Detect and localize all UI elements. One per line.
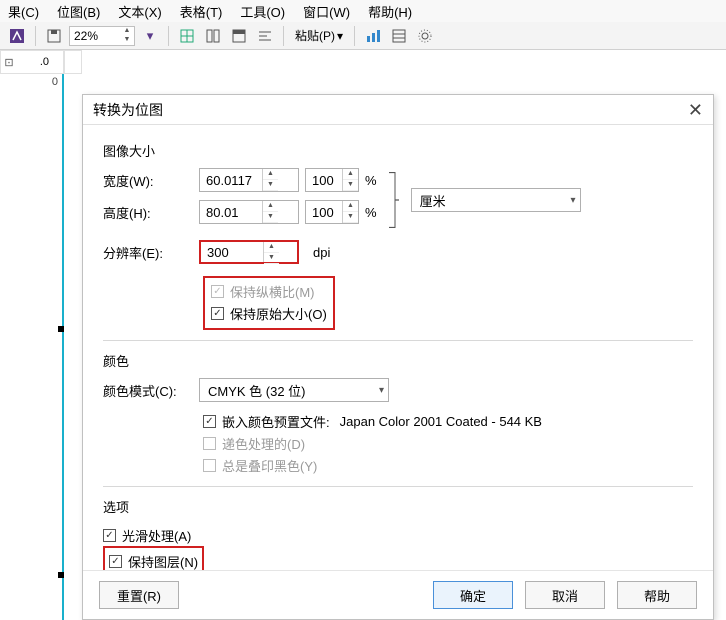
separator: [103, 340, 693, 341]
height-input[interactable]: ▲▼: [199, 200, 299, 224]
align-icon[interactable]: [254, 25, 276, 47]
chevron-down-icon: ▾: [571, 195, 576, 206]
resolution-value[interactable]: [201, 242, 263, 262]
coord-input[interactable]: ⊡: [0, 50, 64, 74]
link-bracket-icon: [387, 168, 401, 232]
unit-combo[interactable]: 厘米 ▾: [411, 188, 581, 212]
keep-layers-label: 保持图层(N): [128, 552, 198, 571]
checkbox-icon: ✓: [203, 415, 216, 428]
selection-handle[interactable]: [58, 572, 64, 578]
width-percent-input[interactable]: ▲▼: [305, 168, 359, 192]
color-profile-value: Japan Color 2001 Coated - 544 KB: [340, 414, 542, 429]
section-color: 颜色: [103, 351, 693, 370]
save-icon[interactable]: [43, 25, 65, 47]
menu-text[interactable]: 文本(X): [118, 2, 161, 21]
width-percent-value[interactable]: [306, 169, 342, 191]
resolution-label: 分辨率(E):: [103, 243, 193, 262]
ok-button[interactable]: 确定: [433, 581, 513, 609]
checkbox-icon: ✓: [103, 529, 116, 542]
height-value[interactable]: [200, 201, 262, 223]
toolbar-separator: [35, 26, 36, 46]
layout-icon[interactable]: [228, 25, 250, 47]
menubar: 果(C) 位图(B) 文本(X) 表格(T) 工具(O) 窗口(W) 帮助(H): [0, 0, 726, 22]
chevron-down-icon: ▾: [379, 385, 384, 396]
close-icon[interactable]: ✕: [688, 101, 703, 119]
menu-bitmap[interactable]: 位图(B): [57, 2, 100, 21]
checkbox-icon: ✓: [211, 285, 224, 298]
height-percent-value[interactable]: [306, 201, 342, 223]
menu-tools[interactable]: 工具(O): [240, 2, 285, 21]
color-mode-label: 颜色模式(C):: [103, 381, 193, 400]
overprint-black-checkbox: 总是叠印黑色(Y): [203, 454, 693, 476]
keep-aspect-ratio-label: 保持纵横比(M): [230, 282, 315, 301]
checkbox-icon: [203, 437, 216, 450]
options-icon[interactable]: [414, 25, 436, 47]
menu-effects[interactable]: 果(C): [8, 2, 39, 21]
selection-handle[interactable]: [58, 326, 64, 332]
help-button[interactable]: 帮助: [617, 581, 697, 609]
menu-table[interactable]: 表格(T): [180, 2, 223, 21]
section-options: 选项: [103, 497, 693, 516]
toolbar-separator: [168, 26, 169, 46]
zoom-value[interactable]: [70, 29, 120, 43]
coord-value[interactable]: [17, 55, 51, 69]
color-mode-combo[interactable]: CMYK 色 (32 位) ▾: [199, 378, 389, 402]
toolbar: ▲▼ ▾ 粘贴(P) ▾: [0, 22, 726, 50]
ruler-horizontal: [64, 50, 82, 74]
resolution-input[interactable]: ▲▼: [199, 240, 299, 264]
paste-label: 粘贴(P): [295, 27, 335, 44]
chevron-down-icon: ▾: [337, 29, 343, 43]
left-gutter: [0, 74, 64, 620]
unit-value: 厘米: [420, 191, 446, 210]
menu-help[interactable]: 帮助(H): [368, 2, 412, 21]
convert-to-bitmap-dialog: 转换为位图 ✕ 图像大小 宽度(W): ▲▼ ▲▼: [82, 94, 714, 620]
separator: [103, 486, 693, 487]
keep-layers-highlight: ✓ 保持图层(N): [103, 546, 204, 570]
keep-aspect-ratio-checkbox: ✓ 保持纵横比(M): [211, 280, 327, 302]
width-input[interactable]: ▲▼: [199, 168, 299, 192]
dialog-footer: 重置(R) 确定 取消 帮助: [83, 570, 713, 619]
zoom-input[interactable]: ▲▼: [69, 26, 135, 46]
cancel-button[interactable]: 取消: [525, 581, 605, 609]
keep-layers-checkbox[interactable]: ✓ 保持图层(N): [109, 550, 198, 570]
grid-icon[interactable]: [176, 25, 198, 47]
keep-original-size-label: 保持原始大小(O): [230, 304, 327, 323]
toolbar-separator: [283, 26, 284, 46]
embed-profile-label: 嵌入颜色预置文件:: [222, 412, 330, 431]
dialog-title: 转换为位图: [93, 100, 163, 120]
form-icon[interactable]: [388, 25, 410, 47]
reset-button[interactable]: 重置(R): [99, 581, 179, 609]
width-value[interactable]: [200, 169, 262, 191]
height-label: 高度(H):: [103, 203, 193, 222]
antialias-label: 光滑处理(A): [122, 526, 191, 545]
dither-label: 递色处理的(D): [222, 434, 305, 453]
checkbox-icon: ✓: [109, 555, 122, 568]
snap-icon[interactable]: [202, 25, 224, 47]
chevron-down-icon[interactable]: ▾: [139, 25, 161, 47]
ruler-row: ⊡: [0, 50, 726, 74]
toolbar-separator: [354, 26, 355, 46]
overprint-black-label: 总是叠印黑色(Y): [222, 456, 317, 475]
percent-sign: %: [365, 173, 377, 188]
resolution-unit: dpi: [313, 245, 330, 260]
ratio-highlight: ✓ 保持纵横比(M) ✓ 保持原始大小(O): [203, 276, 335, 330]
percent-sign: %: [365, 205, 377, 220]
dither-checkbox: 递色处理的(D): [203, 432, 693, 454]
embed-profile-checkbox[interactable]: ✓ 嵌入颜色预置文件:: [203, 410, 330, 432]
app-icon: [6, 25, 28, 47]
paste-dropdown[interactable]: 粘贴(P) ▾: [291, 27, 347, 44]
keep-original-size-checkbox[interactable]: ✓ 保持原始大小(O): [211, 302, 327, 324]
section-image-size: 图像大小: [103, 141, 693, 160]
checkbox-icon: ✓: [211, 307, 224, 320]
width-label: 宽度(W):: [103, 171, 193, 190]
color-mode-value: CMYK 色 (32 位): [208, 381, 306, 400]
height-percent-input[interactable]: ▲▼: [305, 200, 359, 224]
menu-window[interactable]: 窗口(W): [303, 2, 350, 21]
chart-icon[interactable]: [362, 25, 384, 47]
antialias-checkbox[interactable]: ✓ 光滑处理(A): [103, 524, 693, 546]
checkbox-icon: [203, 459, 216, 472]
